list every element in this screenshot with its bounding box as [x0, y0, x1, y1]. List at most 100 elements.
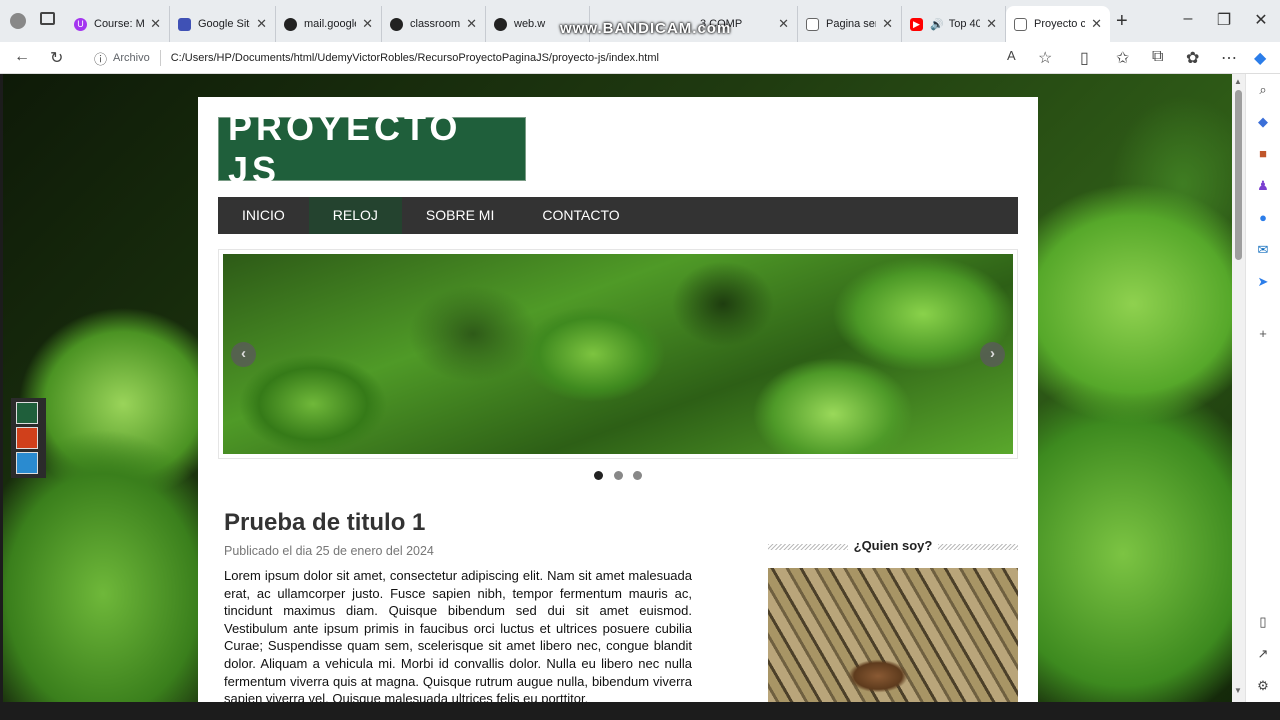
tab-title: Google Sites [198, 18, 250, 30]
slider-prev-icon[interactable]: ‹ [231, 342, 256, 367]
tab-google-sites[interactable]: Google Sites ✕ [170, 6, 276, 42]
github-icon [390, 17, 403, 31]
settings-icon[interactable]: ⚙ [1255, 678, 1271, 694]
tab-title: Proyecto co [1034, 18, 1086, 30]
m365-icon[interactable]: ● [1255, 210, 1271, 226]
vertical-scrollbar[interactable]: ▲ ▼ [1232, 74, 1245, 702]
tag-icon[interactable]: ◆ [1255, 114, 1271, 130]
speaker-icon[interactable]: 🔊 [930, 18, 944, 31]
menu-item-contacto[interactable]: CONTACTO [518, 197, 643, 234]
address-divider [159, 50, 161, 66]
close-tab-icon[interactable]: ✕ [1091, 16, 1102, 32]
tab-classroom[interactable]: classroom.g ✕ [382, 6, 486, 42]
tab-proyecto[interactable]: Proyecto co ✕ [1006, 6, 1110, 42]
copilot-icon[interactable]: ◆ [1254, 48, 1266, 68]
github-icon [284, 17, 297, 31]
green-theme-button[interactable] [16, 402, 38, 424]
reload-icon[interactable]: ↻ [50, 48, 63, 68]
page-viewport: PROYECTO JS INICIO RELOJ SOBRE MI CONTAC… [3, 74, 1232, 702]
github-icon [494, 17, 507, 31]
menu-item-inicio[interactable]: INICIO [218, 197, 309, 234]
games-icon[interactable]: ♟ [1255, 178, 1271, 194]
menu-item-reloj[interactable]: RELOJ [308, 197, 402, 234]
tab-top40[interactable]: ▶ 🔊 Top 40 ✕ [902, 6, 1006, 42]
tab-title: Top 40 [948, 18, 981, 30]
slider-pager [198, 467, 1038, 485]
address-prefix: Archivo [113, 52, 150, 64]
add-icon[interactable]: + [1255, 326, 1271, 342]
slide-image: ‹ › [223, 254, 1013, 454]
close-tab-icon[interactable]: ✕ [150, 16, 161, 32]
slider-dot[interactable] [613, 471, 623, 480]
close-tab-icon[interactable]: ✕ [362, 16, 373, 32]
more-menu-icon[interactable]: ⋯ [1221, 48, 1237, 68]
tab-bar: U Course: Mas ✕ Google Sites ✕ mail.goog… [0, 0, 1280, 42]
blue-theme-button[interactable] [16, 452, 38, 474]
favorite-star-icon[interactable]: ☆ [1038, 48, 1052, 68]
address-bar[interactable]: ⓘ Archivo C:/Users/HP/Documents/html/Ude… [88, 45, 1093, 71]
profile-icon[interactable] [10, 13, 26, 29]
youtube-icon: ▶ [910, 17, 923, 31]
red-theme-button[interactable] [16, 427, 38, 449]
post-title: Prueba de titulo 1 [224, 509, 426, 536]
outlook-icon[interactable]: ✉ [1255, 242, 1271, 258]
extensions-icon[interactable]: ✿ [1186, 48, 1199, 68]
tab-title: Course: Mas [94, 18, 145, 30]
close-tab-icon[interactable]: ✕ [466, 16, 477, 32]
menu-item-sobre-mi[interactable]: SOBRE MI [402, 197, 518, 234]
site-logo[interactable]: PROYECTO JS [218, 107, 526, 190]
split-screen-icon[interactable]: ▯ [1080, 48, 1089, 68]
collections-icon[interactable]: ⧉ [1152, 48, 1163, 66]
doc-icon [1014, 17, 1027, 31]
back-icon[interactable]: ← [14, 48, 30, 66]
post-date: Publicado el dia 25 de enero del 2024 [224, 544, 434, 558]
theme-switcher [11, 398, 46, 478]
edge-sidebar: ⌕ ◆ ■ ♟ ● ✉ ➤ + ▯ ↗ ⚙ [1245, 74, 1280, 702]
sidebar-toggle-icon[interactable]: ▯ [1255, 614, 1271, 630]
tab-actions-icon[interactable] [40, 12, 55, 25]
title-stripe [768, 544, 848, 550]
post-article: Prueba de titulo 1 Publicado el dia 25 d… [224, 509, 692, 702]
main-menu: INICIO RELOJ SOBRE MI CONTACTO [218, 197, 1018, 234]
info-icon: ⓘ [94, 51, 108, 67]
tab-mail[interactable]: mail.google. ✕ [276, 6, 382, 42]
browser-toolbar: ← ↻ ⓘ Archivo C:/Users/HP/Documents/html… [0, 42, 1280, 74]
close-tab-icon[interactable]: ✕ [882, 16, 893, 32]
google-sites-icon [178, 17, 191, 31]
image-slider: ‹ › [218, 249, 1018, 459]
doc-icon [806, 17, 819, 31]
slider-dot[interactable] [632, 471, 642, 480]
tab-title: Pagina senc [826, 18, 876, 30]
tab-pagina[interactable]: Pagina senc ✕ [798, 6, 902, 42]
tab-title: mail.google. [304, 18, 356, 30]
slider-next-icon[interactable]: › [980, 342, 1005, 367]
new-tab-icon[interactable]: + [1116, 10, 1128, 33]
scroll-down-icon[interactable]: ▼ [1234, 686, 1242, 695]
title-stripe [938, 544, 1018, 550]
main-container: PROYECTO JS INICIO RELOJ SOBRE MI CONTAC… [198, 97, 1038, 702]
slider-dot[interactable] [594, 471, 604, 480]
taskbar-strip [0, 702, 1280, 720]
udemy-icon: U [74, 17, 87, 31]
aside-title-label: ¿Quien soy? [849, 538, 937, 553]
close-tab-icon[interactable]: ✕ [986, 16, 997, 32]
post-body: Lorem ipsum dolor sit amet, consectetur … [224, 568, 692, 702]
tab-title: classroom.g [410, 18, 461, 30]
external-link-icon[interactable]: ↗ [1255, 646, 1271, 662]
favorites-icon[interactable]: ✩ [1116, 48, 1129, 68]
briefcase-icon[interactable]: ■ [1255, 146, 1271, 162]
close-window-icon[interactable]: ✕ [1238, 10, 1280, 30]
search-icon[interactable]: ⌕ [1255, 82, 1271, 98]
close-tab-icon[interactable]: ✕ [256, 16, 267, 32]
bandicam-watermark: www.BANDICAM.com [560, 20, 732, 37]
tab-course[interactable]: U Course: Mas ✕ [66, 6, 170, 42]
close-tab-icon[interactable]: ✕ [778, 16, 789, 32]
scroll-thumb[interactable] [1235, 90, 1242, 260]
aside-title: ¿Quien soy? [768, 538, 1018, 556]
sidebar-about: ¿Quien soy? [768, 538, 1018, 702]
address-url: C:/Users/HP/Documents/html/UdemyVictorRo… [170, 52, 659, 64]
send-icon[interactable]: ➤ [1255, 274, 1271, 290]
about-image [768, 568, 1018, 702]
read-aloud-icon[interactable]: A [1007, 48, 1016, 63]
scroll-up-icon[interactable]: ▲ [1234, 77, 1242, 86]
